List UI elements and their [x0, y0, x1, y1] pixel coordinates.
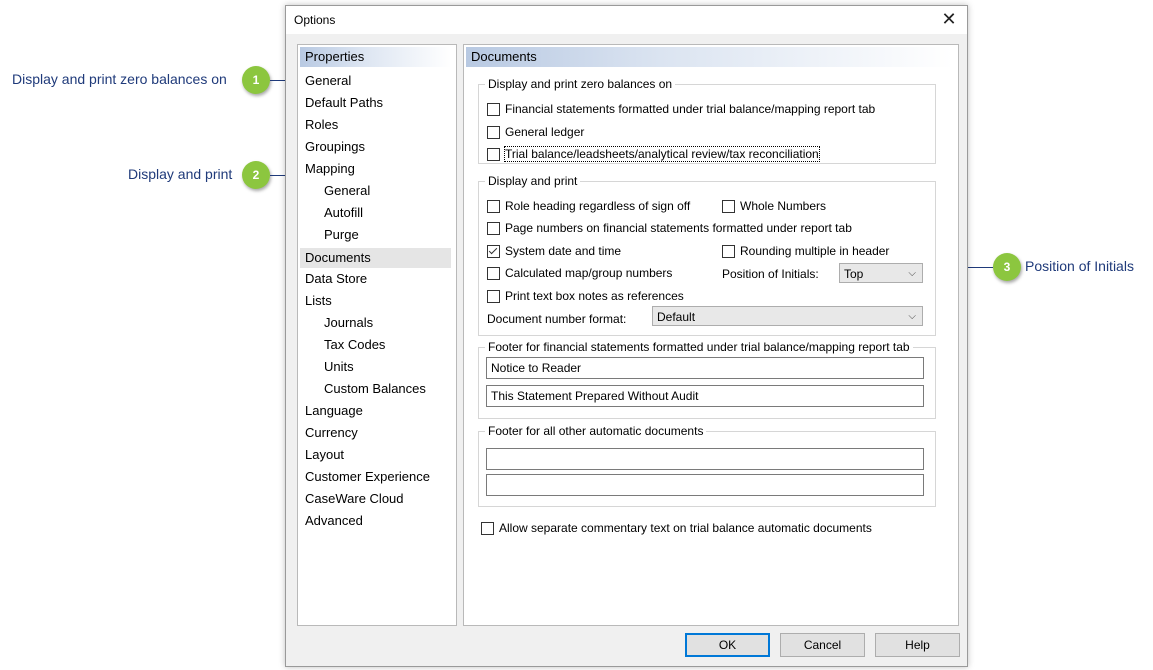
documents-panel: Documents Display and print zero balance… — [463, 44, 959, 626]
checkbox-box[interactable] — [487, 244, 500, 258]
title-bar: Options ✕ — [286, 6, 967, 34]
tree-item-tax-codes[interactable]: Tax Codes — [324, 337, 385, 352]
checkbox-box[interactable] — [487, 221, 500, 235]
properties-panel: Properties General Default Paths Roles G… — [297, 44, 457, 626]
footer-other-line2-input[interactable] — [486, 474, 924, 496]
checkbox-box[interactable] — [487, 147, 500, 161]
trial-balance-checkbox[interactable]: Trial balance/leadsheets/analytical revi… — [487, 146, 820, 162]
tree-item-journals[interactable]: Journals — [324, 315, 373, 330]
checkbox-label: General ledger — [505, 125, 585, 139]
tree-item-currency[interactable]: Currency — [305, 425, 358, 440]
footer-fs-line2-input[interactable]: This Statement Prepared Without Audit — [486, 385, 924, 407]
tree-item-general[interactable]: General — [305, 73, 351, 88]
role-heading-checkbox[interactable]: Role heading regardless of sign off — [487, 199, 690, 213]
position-initials-select[interactable]: Top ⌵ — [839, 263, 923, 283]
callout-label-3: Position of Initials — [1025, 258, 1134, 274]
tree-item-mapping[interactable]: Mapping — [305, 161, 355, 176]
checkbox-box[interactable] — [722, 244, 735, 258]
display-print-group: Display and print Role heading regardles… — [478, 174, 936, 336]
calculated-numbers-checkbox[interactable]: Calculated map/group numbers — [487, 266, 672, 280]
callout-label-2: Display and print — [128, 166, 233, 182]
footer-fs-group: Footer for financial statements formatte… — [478, 340, 936, 419]
checkbox-box[interactable] — [481, 521, 494, 535]
rounding-checkbox[interactable]: Rounding multiple in header — [722, 244, 889, 258]
zero-balances-group: Display and print zero balances on Finan… — [478, 77, 936, 164]
whole-numbers-checkbox[interactable]: Whole Numbers — [722, 199, 826, 213]
tree-item-custom-balances[interactable]: Custom Balances — [324, 381, 426, 396]
checkbox-box[interactable] — [487, 289, 500, 303]
checkbox-label: Financial statements formatted under tri… — [505, 102, 876, 116]
checkbox-label: System date and time — [505, 244, 622, 258]
checkbox-label: Calculated map/group numbers — [505, 266, 673, 280]
tree-item-units[interactable]: Units — [324, 359, 354, 374]
financial-statements-checkbox[interactable]: Financial statements formatted under tri… — [487, 102, 875, 116]
allow-separate-checkbox[interactable]: Allow separate commentary text on trial … — [481, 521, 872, 535]
tree-item-advanced[interactable]: Advanced — [305, 513, 363, 528]
checkbox-label: Role heading regardless of sign off — [505, 199, 691, 213]
dialog-title: Options — [294, 13, 336, 27]
footer-other-legend: Footer for all other automatic documents — [485, 424, 707, 438]
text-box-notes-checkbox[interactable]: Print text box notes as references — [487, 289, 684, 303]
display-print-legend: Display and print — [485, 174, 581, 188]
callout-badge-1: 1 — [242, 66, 270, 94]
options-dialog: Options ✕ Properties General Default Pat… — [285, 5, 968, 667]
checkbox-box[interactable] — [487, 266, 500, 280]
callout-label-1: Display and print zero balances on — [12, 71, 227, 87]
close-icon[interactable]: ✕ — [937, 8, 961, 30]
tree-item-caseware-cloud[interactable]: CaseWare Cloud — [305, 491, 404, 506]
footer-other-group: Footer for all other automatic documents — [478, 424, 936, 507]
footer-fs-legend: Footer for financial statements formatte… — [485, 340, 913, 354]
cancel-button[interactable]: Cancel — [780, 633, 865, 657]
checkbox-label: Trial balance/leadsheets/analytical revi… — [504, 146, 820, 162]
zero-balances-legend: Display and print zero balances on — [485, 77, 676, 91]
doc-number-value: Default — [657, 310, 696, 324]
footer-fs-line1-input[interactable]: Notice to Reader — [486, 357, 924, 379]
checkbox-label: Allow separate commentary text on trial … — [499, 521, 872, 535]
position-initials-label: Position of Initials: — [722, 267, 819, 281]
tree-item-autofill[interactable]: Autofill — [324, 205, 363, 220]
tree-item-language[interactable]: Language — [305, 403, 363, 418]
tree-item-customer-experience[interactable]: Customer Experience — [305, 469, 430, 484]
chevron-down-icon: ⌵ — [908, 311, 916, 322]
checkbox-box[interactable] — [487, 125, 500, 139]
documents-header: Documents — [466, 47, 953, 67]
page-numbers-checkbox[interactable]: Page numbers on financial statements for… — [487, 221, 852, 235]
checkbox-label: Rounding multiple in header — [740, 244, 890, 258]
general-ledger-checkbox[interactable]: General ledger — [487, 125, 584, 139]
checkbox-box[interactable] — [487, 102, 500, 116]
tree-item-mapping-general[interactable]: General — [324, 183, 370, 198]
checkbox-box[interactable] — [487, 199, 500, 213]
help-button[interactable]: Help — [875, 633, 960, 657]
tree-item-documents[interactable]: Documents — [300, 248, 451, 268]
tree-item-roles[interactable]: Roles — [305, 117, 338, 132]
ok-button[interactable]: OK — [685, 633, 770, 657]
checkbox-box[interactable] — [722, 199, 735, 213]
checkbox-label: Whole Numbers — [740, 199, 827, 213]
tree-item-purge[interactable]: Purge — [324, 227, 359, 242]
checkbox-label: Page numbers on financial statements for… — [505, 221, 852, 235]
callout-badge-2: 2 — [242, 161, 270, 189]
tree-item-default-paths[interactable]: Default Paths — [305, 95, 383, 110]
callout-badge-3: 3 — [993, 253, 1021, 281]
checkbox-label: Print text box notes as references — [505, 289, 684, 303]
footer-other-line1-input[interactable] — [486, 448, 924, 470]
tree-item-groupings[interactable]: Groupings — [305, 139, 365, 154]
tree-item-lists[interactable]: Lists — [305, 293, 332, 308]
doc-number-label: Document number format: — [487, 312, 627, 326]
chevron-down-icon: ⌵ — [908, 268, 916, 279]
position-initials-value: Top — [844, 267, 864, 281]
system-date-checkbox[interactable]: System date and time — [487, 244, 621, 258]
tree-item-layout[interactable]: Layout — [305, 447, 344, 462]
doc-number-select[interactable]: Default ⌵ — [652, 306, 923, 326]
tree-item-data-store[interactable]: Data Store — [305, 271, 367, 286]
properties-header: Properties — [300, 47, 451, 67]
